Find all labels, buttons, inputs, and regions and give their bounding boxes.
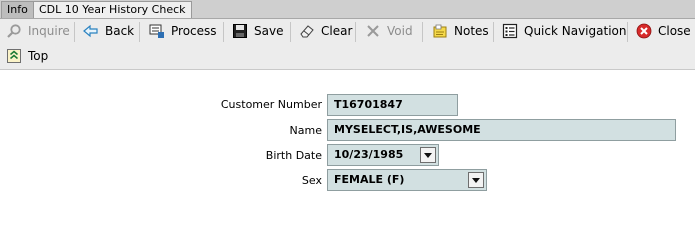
birth-date-field[interactable]: 10/23/1985 bbox=[327, 144, 439, 166]
name-field[interactable]: MYSELECT,IS,AWESOME bbox=[327, 119, 676, 141]
separator bbox=[290, 22, 291, 42]
save-label: Save bbox=[254, 24, 284, 38]
separator bbox=[355, 22, 356, 42]
notes-button[interactable]: Notes bbox=[429, 19, 492, 43]
process-icon bbox=[149, 24, 164, 38]
back-arrow-icon bbox=[83, 24, 98, 38]
notes-label: Notes bbox=[454, 24, 489, 38]
floppy-disk-icon bbox=[233, 24, 247, 38]
void-label: Void bbox=[387, 24, 413, 38]
sex-select[interactable]: FEMALE (F) bbox=[327, 169, 487, 191]
save-button[interactable]: Save bbox=[229, 19, 286, 43]
clear-button[interactable]: Clear bbox=[296, 19, 355, 43]
birth-date-value: 10/23/1985 bbox=[334, 148, 404, 161]
tab-strip: Info CDL 10 Year History Check bbox=[0, 0, 695, 19]
back-button[interactable]: Back bbox=[80, 19, 137, 43]
clear-label: Clear bbox=[321, 24, 353, 38]
tab-cdl-10-year-history-check[interactable]: CDL 10 Year History Check bbox=[33, 1, 192, 18]
quick-navigation-icon bbox=[502, 23, 518, 39]
sex-label: Sex bbox=[301, 174, 322, 187]
separator bbox=[422, 22, 423, 42]
customer-number-label: Customer Number bbox=[220, 98, 322, 111]
name-label: Name bbox=[289, 124, 322, 137]
inquire-button[interactable]: Inquire bbox=[3, 19, 73, 43]
customer-number-field[interactable]: T16701847 bbox=[327, 94, 458, 116]
separator bbox=[493, 22, 494, 42]
toolbar: Inquire Back Process Save Clear Void Not… bbox=[0, 19, 695, 70]
separator bbox=[74, 22, 75, 42]
tab-info[interactable]: Info bbox=[1, 1, 34, 18]
eraser-icon bbox=[300, 25, 314, 38]
process-label: Process bbox=[171, 24, 217, 38]
notes-icon bbox=[433, 24, 447, 38]
quick-navigation-button[interactable]: Quick Navigation bbox=[499, 19, 629, 43]
close-button[interactable]: Close bbox=[633, 19, 694, 43]
birth-date-dropdown-button[interactable] bbox=[420, 147, 436, 163]
close-icon bbox=[636, 23, 652, 39]
quick-navigation-label: Quick Navigation bbox=[524, 24, 627, 38]
magnifier-icon bbox=[7, 24, 21, 38]
inquire-label: Inquire bbox=[28, 24, 70, 38]
separator bbox=[139, 22, 140, 42]
birth-date-label: Birth Date bbox=[265, 149, 322, 162]
x-icon bbox=[367, 25, 379, 37]
void-button[interactable]: Void bbox=[362, 19, 416, 43]
chevron-down-icon bbox=[472, 177, 480, 183]
top-icon bbox=[7, 49, 21, 63]
separator bbox=[223, 22, 224, 42]
process-button[interactable]: Process bbox=[146, 19, 220, 43]
close-label: Close bbox=[658, 24, 691, 38]
top-button[interactable]: Top bbox=[3, 44, 51, 68]
chevron-down-icon bbox=[424, 152, 432, 158]
sex-value: FEMALE (F) bbox=[334, 173, 405, 186]
top-label: Top bbox=[28, 49, 49, 63]
sex-dropdown-button[interactable] bbox=[468, 172, 484, 188]
separator bbox=[627, 22, 628, 42]
back-label: Back bbox=[105, 24, 135, 38]
